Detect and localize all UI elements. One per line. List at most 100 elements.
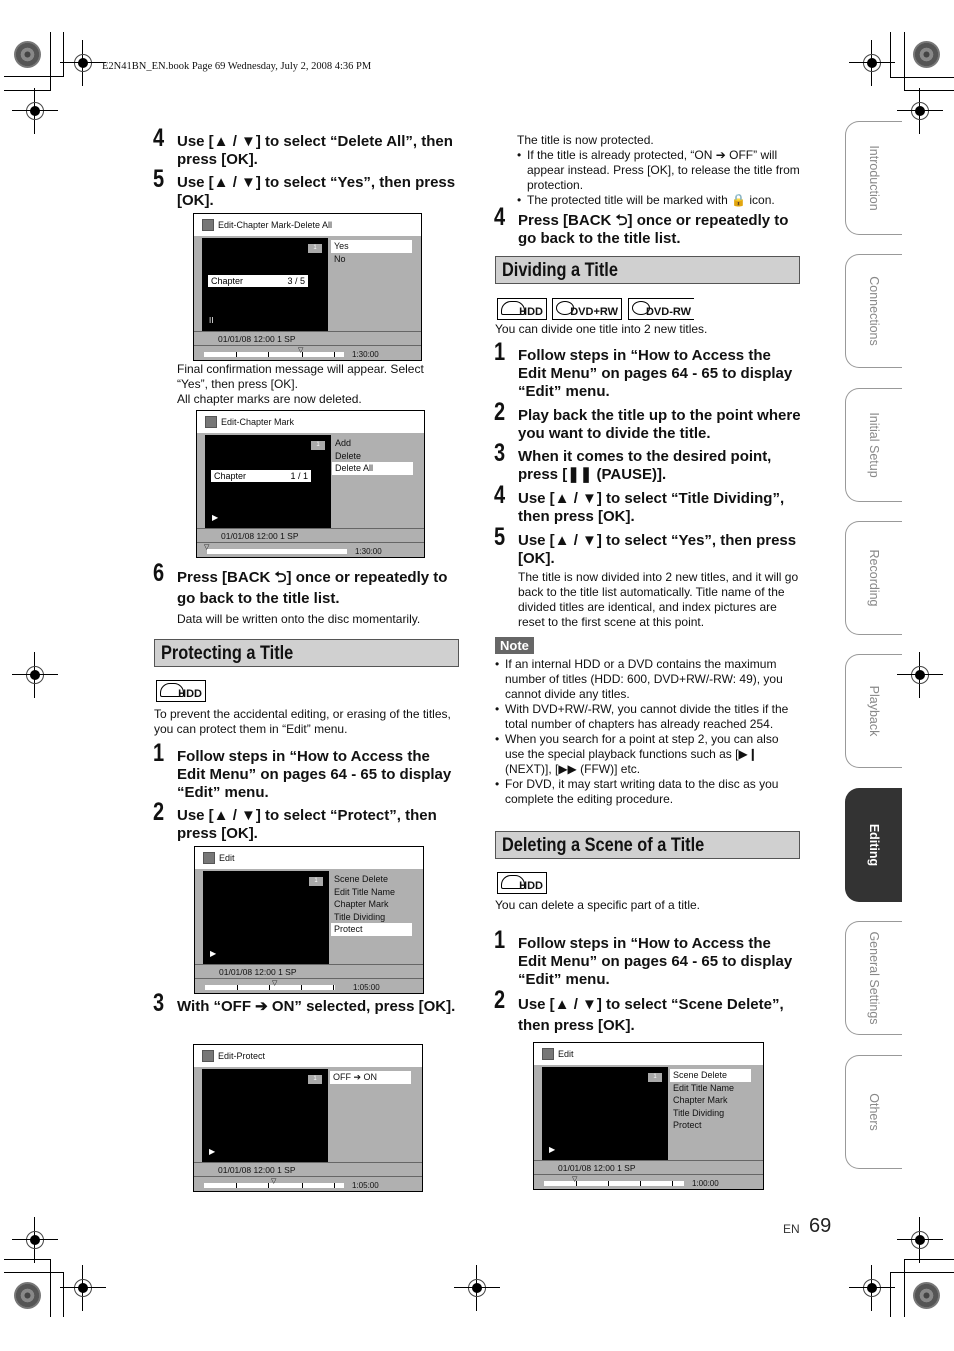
video-preview: 1 ▶	[203, 871, 329, 964]
crop-mark	[904, 32, 905, 91]
menu-item-delete[interactable]: Delete	[332, 450, 413, 463]
trash-icon	[542, 1048, 554, 1060]
crosshair-icon	[12, 1217, 58, 1263]
scene-step-1: 1 Follow steps in “How to Access the Edi…	[494, 926, 793, 989]
registration-disc-icon	[14, 1282, 41, 1309]
progress-bar: ▽ 1:00:00	[534, 1174, 763, 1189]
media-badge-hdd: HDD	[156, 680, 206, 702]
section-heading-protect: Protecting a Title	[154, 639, 459, 667]
tab-introduction[interactable]: Introduction	[845, 121, 902, 235]
title-number: 1	[311, 441, 325, 450]
protected-confirmation: The title is now protected.	[517, 133, 654, 147]
step-text: Press [BACK ⮌] once or repeatedly to go …	[177, 569, 448, 607]
chapter-counter: Chapter 3 / 5	[208, 275, 308, 287]
play-icon: ▶	[212, 513, 219, 522]
divide-result: The title is now divided into 2 new titl…	[518, 570, 799, 629]
title-number: 1	[309, 877, 323, 886]
osd-info: 01/01/08 12:00 1 SP	[197, 528, 424, 543]
tab-connections[interactable]: Connections	[845, 254, 902, 368]
osd-title: Edit-Chapter Mark-Delete All	[218, 220, 333, 230]
crop-mark	[890, 1272, 954, 1273]
osd-menu: Add Delete Delete All	[332, 437, 413, 475]
media-badge-hdd: HDD	[497, 298, 547, 320]
menu-item[interactable]: Title Dividing	[670, 1107, 751, 1120]
osd-menu: Yes No	[331, 240, 412, 265]
registration-disc-icon	[913, 1282, 940, 1309]
step-4-back: 4 Press [BACK ⮌] once or repeatedly to g…	[494, 203, 789, 248]
divide-step-2: 2 Play back the title up to the point wh…	[494, 398, 801, 443]
tab-others[interactable]: Others	[845, 1055, 902, 1169]
step-6-note: Data will be written onto the disc momen…	[177, 612, 421, 626]
confirmation-text: Final confirmation message will appear. …	[177, 362, 424, 406]
menu-item-off-on[interactable]: OFF ➔ ON	[330, 1071, 411, 1084]
menu-item-scene-delete[interactable]: Scene Delete	[670, 1069, 751, 1082]
osd-menu: Scene Delete Edit Title Name Chapter Mar…	[331, 873, 412, 936]
menu-item[interactable]: Chapter Mark	[331, 898, 412, 911]
menu-item-no[interactable]: No	[331, 253, 412, 266]
crosshair-icon	[897, 88, 943, 134]
menu-item-protect[interactable]: Protect	[331, 923, 412, 936]
tab-editing[interactable]: Editing	[845, 788, 902, 902]
crop-mark	[890, 32, 891, 78]
section-heading-scene-delete: Deleting a Scene of a Title	[495, 831, 800, 859]
menu-item-delete-all[interactable]: Delete All	[332, 462, 413, 475]
video-preview: 1 Chapter 1 / 1 ▶	[205, 435, 331, 528]
progress-bar: ▽ 1:05:00	[194, 1176, 422, 1191]
osd-menu: OFF ➔ ON	[330, 1071, 411, 1084]
crop-mark	[904, 90, 954, 91]
tab-recording[interactable]: Recording	[845, 521, 902, 635]
menu-item[interactable]: Edit Title Name	[331, 886, 412, 899]
divide-step-1: 1 Follow steps in “How to Access the Edi…	[494, 338, 793, 401]
tab-general-settings[interactable]: General Settings	[845, 921, 902, 1035]
disc-icon	[202, 1050, 214, 1062]
step-5-yes: 5 Use [▲ / ▼] to select “Yes”, then pres…	[153, 167, 457, 210]
menu-item-yes[interactable]: Yes	[331, 240, 412, 253]
menu-item[interactable]: Edit Title Name	[670, 1082, 751, 1095]
protect-intro: To prevent the accidental editing, or er…	[154, 707, 451, 736]
section-heading-divide: Dividing a Title	[495, 256, 800, 284]
crop-mark	[904, 1259, 905, 1317]
duration: 1:05:00	[353, 983, 380, 992]
tab-playback[interactable]: Playback	[845, 654, 902, 768]
crop-mark	[904, 1259, 954, 1260]
pause-icon: II	[209, 316, 214, 325]
osd-menu: Scene Delete Edit Title Name Chapter Mar…	[670, 1069, 751, 1132]
osd-chapter-mark: Edit-Chapter Mark 1 Chapter 1 / 1 ▶ Add D…	[196, 410, 425, 558]
crosshair-icon	[12, 88, 58, 134]
osd-info: 01/01/08 12:00 1 SP	[194, 1162, 422, 1177]
note-label: Note	[495, 637, 534, 654]
crosshair-icon	[60, 40, 106, 86]
crop-mark	[4, 90, 50, 91]
registration-disc-icon	[913, 41, 940, 68]
osd-chapter-delete-all: Edit-Chapter Mark-Delete All 1 Chapter 3 …	[193, 213, 422, 361]
step-number: 6	[153, 559, 165, 587]
crop-mark	[4, 76, 63, 77]
step-text: Use [▲ / ▼] to select “Delete All”, then…	[177, 133, 453, 168]
osd-title: Edit-Chapter Mark	[221, 417, 295, 427]
title-number: 1	[308, 244, 322, 253]
menu-item[interactable]: Title Dividing	[331, 911, 412, 924]
title-number: 1	[308, 1075, 322, 1084]
divide-intro: You can divide one title into 2 new titl…	[495, 322, 708, 336]
divide-step-4: 4 Use [▲ / ▼] to select “Title Dividing”…	[494, 481, 785, 526]
osd-title: Edit	[219, 853, 235, 863]
crop-mark	[50, 1259, 51, 1317]
tab-initial-setup[interactable]: Initial Setup	[845, 388, 902, 502]
menu-item-add[interactable]: Add	[332, 437, 413, 450]
menu-item[interactable]: Chapter Mark	[670, 1094, 751, 1107]
scene-step-2: 2 Use [▲ / ▼] to select “Scene Delete”, …	[494, 986, 784, 1035]
video-preview: 1 ▶	[542, 1067, 668, 1160]
divide-step-5: 5 Use [▲ / ▼] to select “Yes”, then pres…	[494, 523, 797, 568]
menu-item[interactable]: Protect	[670, 1119, 751, 1132]
crosshair-icon	[849, 40, 895, 86]
step-text: Use [▲ / ▼] to select “Yes”, then press …	[177, 174, 456, 209]
crop-mark	[890, 77, 954, 78]
crosshair-icon	[897, 652, 943, 698]
progress-bar: ▽ 1:30:00	[194, 345, 421, 360]
menu-item[interactable]: Scene Delete	[331, 873, 412, 886]
note-list: If an internal HDD or a DVD contains the…	[495, 657, 800, 807]
media-badge-dvd-minus-rw: DVD-RW	[628, 298, 694, 320]
protect-step-1: 1 Follow steps in “How to Access the Edi…	[153, 739, 452, 802]
video-preview: 1 Chapter 3 / 5 II	[202, 238, 328, 331]
protect-step-3: 3 With “OFF ➔ ON” selected, press [OK].	[153, 989, 456, 1017]
